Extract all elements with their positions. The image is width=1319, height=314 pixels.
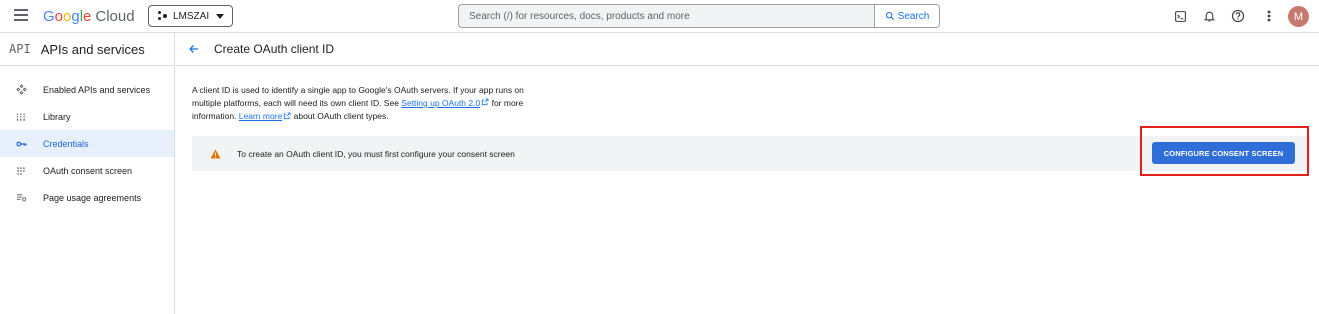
menu-icon[interactable] bbox=[14, 9, 28, 23]
intro-description: A client ID is used to identify a single… bbox=[192, 84, 552, 124]
sidebar-title[interactable]: APIs and services bbox=[41, 42, 145, 57]
intro-line-2: multiple platforms, each will need its o… bbox=[192, 97, 552, 110]
search-input[interactable] bbox=[459, 5, 874, 27]
sidebar-item-oauth-consent[interactable]: OAuth consent screen bbox=[0, 157, 174, 184]
cloud-shell-icon[interactable] bbox=[1172, 8, 1188, 24]
notifications-icon[interactable] bbox=[1201, 8, 1217, 24]
sidebar-nav: Enabled APIs and services Library Creden… bbox=[0, 76, 174, 211]
configure-consent-screen-button[interactable]: CONFIGURE CONSENT SCREEN bbox=[1152, 142, 1295, 164]
top-bar: GoogleCloud LMSZAI Search M bbox=[0, 0, 1319, 33]
more-vert-icon[interactable] bbox=[1261, 8, 1277, 24]
project-picker[interactable]: LMSZAI bbox=[148, 5, 233, 27]
help-icon[interactable] bbox=[1230, 8, 1246, 24]
sidebar-item-enabled-apis[interactable]: Enabled APIs and services bbox=[0, 76, 174, 103]
project-icon bbox=[158, 11, 168, 21]
sidebar-item-library[interactable]: Library bbox=[0, 103, 174, 130]
search-icon bbox=[885, 11, 894, 21]
sidebar: API APIs and services Enabled APIs and s… bbox=[0, 33, 175, 314]
page-header: Create OAuth client ID bbox=[176, 33, 1319, 66]
search-bar: Search bbox=[458, 4, 940, 28]
api-logo: API bbox=[9, 42, 31, 56]
sidebar-item-label: Library bbox=[43, 111, 71, 122]
google-cloud-logo[interactable]: Google Cloud bbox=[43, 8, 135, 25]
intro-text: about OAuth client types. bbox=[291, 111, 389, 122]
sidebar-item-label: Credentials bbox=[43, 138, 89, 149]
intro-text: information. bbox=[192, 111, 239, 122]
banner-message: To create an OAuth client ID, you must f… bbox=[237, 148, 515, 159]
sidebar-item-label: Enabled APIs and services bbox=[43, 84, 151, 95]
learn-more-link[interactable]: Learn more bbox=[239, 111, 282, 121]
agreements-icon bbox=[15, 192, 27, 204]
sidebar-item-credentials[interactable]: Credentials bbox=[0, 130, 174, 157]
intro-text: for more bbox=[489, 98, 524, 108]
key-icon bbox=[15, 138, 27, 150]
search-button-label: Search bbox=[897, 10, 930, 22]
sidebar-item-page-usage[interactable]: Page usage agreements bbox=[0, 184, 174, 211]
setting-up-oauth-link[interactable]: Setting up OAuth 2.0 bbox=[401, 98, 480, 108]
page-title: Create OAuth client ID bbox=[214, 42, 335, 56]
enabled-apis-icon bbox=[15, 84, 27, 96]
library-icon bbox=[15, 111, 27, 123]
intro-line-1: A client ID is used to identify a single… bbox=[192, 85, 524, 95]
sidebar-item-label: Page usage agreements bbox=[43, 192, 142, 203]
back-arrow-icon[interactable] bbox=[188, 43, 200, 55]
avatar[interactable]: M bbox=[1288, 6, 1309, 27]
warning-icon bbox=[210, 148, 221, 159]
consent-icon bbox=[15, 165, 27, 177]
chevron-down-icon bbox=[216, 13, 225, 19]
search-button[interactable]: Search bbox=[874, 5, 939, 27]
sidebar-header: API APIs and services bbox=[0, 33, 174, 66]
intro-text: multiple platforms, each will need its o… bbox=[192, 98, 402, 108]
project-name: LMSZAI bbox=[173, 10, 210, 22]
sidebar-item-label: OAuth consent screen bbox=[43, 165, 133, 176]
intro-line-3: information. Learn more about OAuth clie… bbox=[192, 110, 552, 123]
